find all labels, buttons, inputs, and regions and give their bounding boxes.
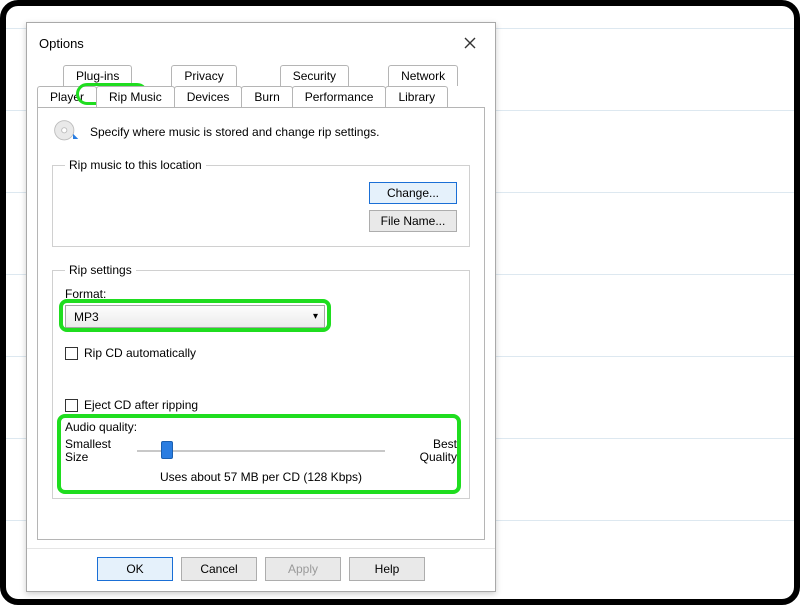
ok-button[interactable]: OK — [97, 557, 173, 581]
tab-performance[interactable]: Performance — [292, 86, 387, 107]
tab-player[interactable]: Player — [37, 86, 97, 107]
format-label: Format: — [65, 287, 457, 301]
tab-devices[interactable]: Devices — [174, 86, 243, 107]
tab-library[interactable]: Library — [385, 86, 448, 107]
best-label-2: Quality — [420, 450, 457, 464]
legend-rip-location: Rip music to this location — [65, 158, 206, 172]
rip-auto-label: Rip CD automatically — [84, 346, 196, 360]
file-name-button[interactable]: File Name... — [369, 210, 457, 232]
tab-plugins[interactable]: Plug-ins — [63, 65, 132, 86]
smallest-label-2: Size — [65, 450, 88, 464]
dialog-title: Options — [39, 36, 84, 51]
rip-auto-checkbox[interactable] — [65, 347, 78, 360]
smallest-label-1: Smallest — [65, 437, 111, 451]
help-button[interactable]: Help — [349, 557, 425, 581]
rip-description: Specify where music is stored and change… — [90, 125, 379, 139]
audio-quality-label: Audio quality: — [65, 420, 457, 434]
audio-usage-text: Uses about 57 MB per CD (128 Kbps) — [65, 470, 457, 484]
slider-thumb[interactable] — [161, 441, 173, 459]
change-location-button[interactable]: Change... — [369, 182, 457, 204]
best-label-1: Best — [433, 437, 457, 451]
apply-button[interactable]: Apply — [265, 557, 341, 581]
cd-rip-icon — [52, 118, 80, 146]
group-rip-settings: Rip settings Format: MP3 ▾ Rip CD automa… — [52, 263, 470, 499]
titlebar: Options — [27, 23, 495, 61]
chevron-down-icon: ▾ — [313, 311, 318, 322]
close-button[interactable] — [455, 31, 485, 55]
options-dialog: Options Plug-ins Privacy Security Networ… — [26, 22, 496, 592]
close-icon — [464, 37, 476, 49]
eject-checkbox[interactable] — [65, 399, 78, 412]
tab-security[interactable]: Security — [280, 65, 349, 86]
format-value: MP3 — [74, 310, 99, 324]
slider-rail — [137, 450, 385, 452]
legend-rip-settings: Rip settings — [65, 263, 136, 277]
group-rip-location: Rip music to this location Change... Fil… — [52, 158, 470, 247]
audio-quality-slider[interactable] — [137, 439, 385, 463]
eject-label: Eject CD after ripping — [84, 398, 198, 412]
tab-network[interactable]: Network — [388, 65, 458, 86]
tab-privacy[interactable]: Privacy — [171, 65, 236, 86]
format-dropdown[interactable]: MP3 ▾ — [65, 305, 325, 328]
cancel-button[interactable]: Cancel — [181, 557, 257, 581]
tab-rip-music[interactable]: Rip Music — [96, 86, 175, 107]
tab-strip: Plug-ins Privacy Security Network Player… — [27, 61, 495, 107]
dialog-button-bar: OK Cancel Apply Help — [27, 548, 495, 591]
tab-burn[interactable]: Burn — [241, 86, 292, 107]
tab-panel-rip-music: Specify where music is stored and change… — [37, 107, 485, 540]
